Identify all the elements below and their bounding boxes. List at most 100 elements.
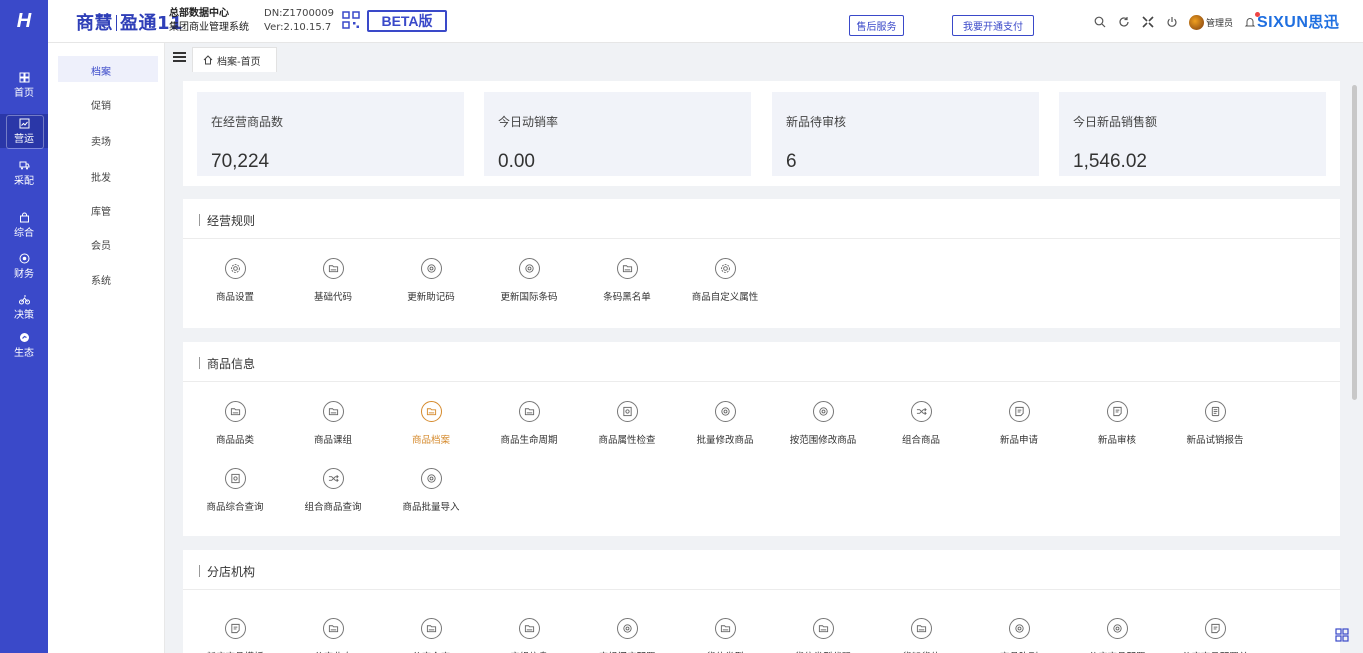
sub-menu-item-wholesale[interactable]: 批发 [91,169,111,184]
apps-grid-icon[interactable] [1335,628,1349,642]
power-icon[interactable] [1165,15,1179,29]
chart-icon [19,118,30,130]
stat-card: 在经营商品数 70,224 [197,92,464,176]
target-icon [420,468,442,489]
section-title: 经营规则 [207,214,256,228]
target-icon [714,401,736,422]
gear-icon [714,258,736,279]
sub-menu-item-inventory[interactable]: 库管 [91,203,111,218]
system-name: 集团商业管理系统 [169,22,249,33]
sub-menu-item-store[interactable]: 卖场 [91,133,111,148]
tile-0-2[interactable]: 更新助记码 [382,258,480,318]
tile-1-2[interactable]: 商品档案 [382,401,480,461]
tile-2-10[interactable]: 分店商品配置单 [1166,618,1264,653]
tile-1-7[interactable]: 组合商品 [872,401,970,461]
refresh-icon[interactable] [1117,15,1131,29]
nav-item-decision[interactable]: 决策 [0,290,48,324]
tile-1-11[interactable]: 商品综合查询 [186,468,284,528]
tile-1-8[interactable]: 新品申请 [970,401,1068,461]
tile-1-6[interactable]: 按范围修改商品 [774,401,872,461]
tile-2-2[interactable]: 分店仓库 [382,618,480,653]
nav-item-general[interactable]: 综合 [0,208,48,242]
home-icon [203,55,213,65]
folder-icon [518,401,540,422]
bell-icon[interactable] [1243,12,1261,29]
admin-name[interactable]: 管理员 [1206,16,1233,29]
brand-left: 商慧 [76,13,113,34]
tile-label: 店组门店配置 [598,649,655,653]
open-payment-button[interactable]: 我要开通支付 [952,15,1034,36]
folder-icon [910,618,932,639]
after-sales-button[interactable]: 售后服务 [849,15,904,36]
dashboard-icon [19,72,30,84]
nav-item-operations[interactable]: 营运 [0,114,48,149]
doc-search-icon [224,468,246,489]
sub-menu: 档案 促销 卖场 批发 库管 会员 系统 [48,43,165,653]
tile-2-8[interactable]: 商品陈列 [970,618,1068,653]
tab-strip: 档案-首页 [165,43,1363,75]
tile-1-5[interactable]: 批量修改商品 [676,401,774,461]
sub-menu-item-archive[interactable]: 档案 [91,63,111,78]
tile-1-0[interactable]: 商品品类 [186,401,284,461]
tile-label: 基础代码 [313,292,352,303]
document-icon [1204,618,1226,639]
tile-label: 组合商品 [901,435,940,446]
fullscreen-icon[interactable] [1141,15,1155,29]
nav-item-ecology[interactable]: 生态 [0,328,48,362]
tile-1-13[interactable]: 商品批量导入 [382,468,480,528]
tile-0-3[interactable]: 更新国际条码 [480,258,578,318]
tile-label: 组合商品查询 [304,502,362,513]
top-bar: H 商慧 盈通11 总部数据中心 集团商业管理系统 DN:Z1700009 Ver… [0,0,1363,43]
nav-item-finance[interactable]: 财务 [0,249,48,283]
qrcode-icon[interactable] [342,11,360,29]
tile-0-0[interactable]: 商品设置 [186,258,284,318]
tile-0-5[interactable]: 商品自定义属性 [676,258,774,318]
vendor-name: SIXUN [1257,14,1309,31]
tile-0-1[interactable]: 基础代码 [284,258,382,318]
tile-label: 商品品类 [215,435,254,446]
doc-search-icon [616,401,638,422]
tab-archive-home[interactable]: 档案-首页 [192,47,277,72]
tile-1-1[interactable]: 商品课组 [284,401,382,461]
tile-1-10[interactable]: 新品试销报告 [1166,401,1264,461]
tile-label: 商品生命周期 [500,435,558,446]
search-icon[interactable] [1093,15,1107,29]
tile-1-3[interactable]: 商品生命周期 [480,401,578,461]
scrollbar[interactable] [1352,85,1357,400]
tile-2-4[interactable]: 店组门店配置 [578,618,676,653]
vendor-logo: SIXUN思迅 [1257,11,1339,32]
vendor-cn-name: 思迅 [1308,14,1340,31]
tile-label: 新品审核 [1097,435,1136,446]
menu-toggle-icon[interactable] [173,52,186,63]
tile-0-4[interactable]: 条码黑名单 [578,258,676,318]
tile-2-5[interactable]: 货位类型 [676,618,774,653]
section-header: 经营规则 [183,199,1340,239]
sub-menu-item-member[interactable]: 会员 [91,237,111,252]
target-icon [1008,618,1030,639]
tile-label: 新品试销报告 [1186,435,1244,446]
nav-item-home[interactable]: 首页 [0,68,48,102]
tile-label: 商品陈列 [1000,649,1038,653]
tile-2-6[interactable]: 货位类型代码 [774,618,872,653]
document-icon [224,618,246,639]
nav-label: 生态 [14,347,34,359]
app-logo[interactable]: H [0,0,48,43]
tile-label: 货位类型代码 [794,649,851,653]
sub-menu-item-promotion[interactable]: 促销 [91,97,111,112]
section-bar [199,565,200,577]
nav-label: 采配 [14,175,34,187]
tab-label: 档案-首页 [217,56,261,68]
tile-1-12[interactable]: 组合商品查询 [284,468,382,528]
tile-2-7[interactable]: 货架货位 [872,618,970,653]
tile-2-3[interactable]: 店组信息 [480,618,578,653]
tile-1-4[interactable]: 商品属性检查 [578,401,676,461]
avatar[interactable] [1189,14,1204,30]
tile-2-0[interactable]: 新店商品模板 [186,618,284,653]
tile-2-1[interactable]: 分店业态 [284,618,382,653]
sub-menu-item-system[interactable]: 系统 [91,272,111,287]
document-icon [1106,401,1128,422]
nav-item-purchase[interactable]: 采配 [0,156,48,190]
tile-2-9[interactable]: 分店商品配置 [1068,618,1166,653]
brand-title: 商慧 盈通11 [76,9,183,35]
tile-1-9[interactable]: 新品审核 [1068,401,1166,461]
